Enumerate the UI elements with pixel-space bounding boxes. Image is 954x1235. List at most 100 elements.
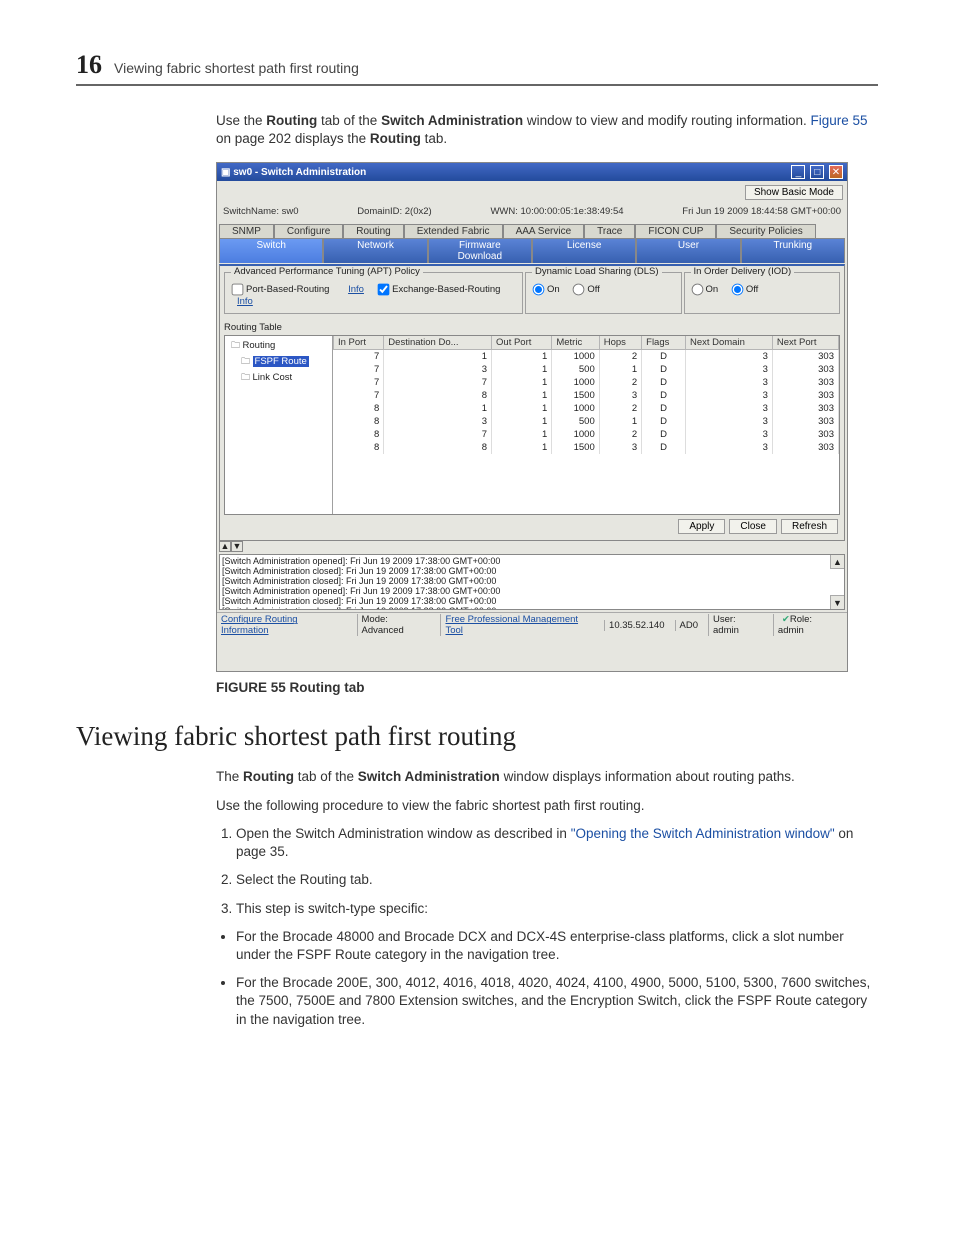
iod-legend: In Order Delivery (IOD) (691, 266, 795, 277)
table-row[interactable]: 7315001D3303 (334, 363, 839, 376)
window-titlebar: ▣ sw0 - Switch Administration _ □ ✕ (217, 163, 847, 181)
col-flags[interactable]: Flags (642, 336, 686, 350)
table-header-row: In Port Destination Do... Out Port Metri… (334, 336, 839, 350)
col-out-port[interactable]: Out Port (492, 336, 552, 350)
log-area[interactable]: [Switch Administration opened]: Fri Jun … (219, 554, 845, 610)
tab-trace[interactable]: Trace (584, 224, 635, 238)
apt-info-link-2[interactable]: Info (237, 296, 253, 307)
maximize-icon[interactable]: □ (810, 165, 824, 179)
table-row[interactable]: 78115003D3303 (334, 389, 839, 402)
dls-legend: Dynamic Load Sharing (DLS) (532, 266, 662, 277)
routing-table-area: Routing FSPF Route Link Cost In Port Des… (224, 335, 840, 515)
table-row[interactable]: 8315001D3303 (334, 415, 839, 428)
tab-security-policies[interactable]: Security Policies (716, 224, 815, 238)
routing-tree[interactable]: Routing FSPF Route Link Cost (225, 336, 333, 514)
figure-ref-link[interactable]: Figure 55 (810, 113, 867, 128)
close-icon[interactable]: ✕ (829, 165, 843, 179)
col-metric[interactable]: Metric (552, 336, 599, 350)
apt-info-link[interactable]: Info (348, 284, 364, 295)
step-3: This step is switch-type specific: (236, 900, 878, 918)
col-destination-domain[interactable]: Destination Do... (384, 336, 492, 350)
log-line: [Switch Administration closed]: Fri Jun … (222, 596, 842, 606)
table-row[interactable]: 87110002D3303 (334, 428, 839, 441)
chapter-number: 16 (76, 50, 102, 80)
status-user: User: admin (708, 614, 767, 636)
dls-off-radio[interactable]: Off (572, 284, 600, 295)
status-role: Role: admin (773, 614, 843, 636)
status-left[interactable]: Configure Routing Information (221, 614, 345, 636)
exchange-based-routing-checkbox[interactable]: Exchange-Based-Routing (377, 284, 500, 295)
log-toggle[interactable]: ▲▼ (219, 541, 847, 552)
step-2: Select the Routing tab. (236, 871, 878, 889)
scroll-down-icon[interactable]: ▼ (830, 595, 844, 609)
tab-trunking[interactable]: Trunking (741, 238, 845, 263)
scroll-up-icon[interactable]: ▲ (830, 555, 844, 569)
window-title: ▣ sw0 - Switch Administration (221, 167, 366, 178)
switch-name: SwitchName: sw0 (223, 206, 299, 217)
col-next-domain[interactable]: Next Domain (685, 336, 772, 350)
show-basic-mode-button[interactable]: Show Basic Mode (745, 185, 843, 200)
routing-panel: Advanced Performance Tuning (APT) Policy… (219, 264, 845, 541)
tab-snmp[interactable]: SNMP (219, 224, 274, 238)
info-row: SwitchName: sw0 DomainID: 2(0x2) WWN: 10… (217, 204, 847, 223)
tab-aaa-service[interactable]: AAA Service (503, 224, 585, 238)
refresh-button[interactable]: Refresh (781, 519, 838, 534)
chapter-title: Viewing fabric shortest path first routi… (114, 60, 359, 76)
tab-row-2: Switch Network Firmware Download License… (217, 237, 847, 262)
status-ip: 10.35.52.140 (604, 620, 668, 631)
status-bar: Configure Routing Information Mode: Adva… (217, 612, 847, 637)
chapter-header: 16 Viewing fabric shortest path first ro… (76, 50, 878, 86)
dls-group: Dynamic Load Sharing (DLS) On Off (525, 272, 682, 314)
bullet-2: For the Brocade 200E, 300, 4012, 4016, 4… (236, 974, 878, 1029)
iod-on-radio[interactable]: On (691, 284, 719, 295)
wwn: WWN: 10:00:00:05:1e:38:49:54 (490, 206, 623, 217)
col-hops[interactable]: Hops (599, 336, 641, 350)
dls-on-radio[interactable]: On (532, 284, 560, 295)
minimize-icon[interactable]: _ (791, 165, 805, 179)
tab-user[interactable]: User (636, 238, 740, 263)
figure-55: ▣ sw0 - Switch Administration _ □ ✕ Show… (216, 162, 878, 672)
routing-table: In Port Destination Do... Out Port Metri… (333, 336, 839, 514)
apply-button[interactable]: Apply (678, 519, 725, 534)
step-1: Open the Switch Administration window as… (236, 825, 878, 861)
apt-legend: Advanced Performance Tuning (APT) Policy (231, 266, 423, 277)
datetime: Fri Jun 19 2009 18:44:58 GMT+00:00 (682, 206, 841, 217)
tab-configure[interactable]: Configure (274, 224, 343, 238)
tab-license[interactable]: License (532, 238, 636, 263)
tab-switch[interactable]: Switch (219, 238, 323, 263)
table-row[interactable]: 88115003D3303 (334, 441, 839, 454)
tab-ficon-cup[interactable]: FICON CUP (635, 224, 716, 238)
bullet-1: For the Brocade 48000 and Brocade DCX an… (236, 928, 878, 964)
ordered-steps: Open the Switch Administration window as… (216, 825, 878, 1029)
tab-network[interactable]: Network (323, 238, 427, 263)
status-mode: Mode: Advanced (357, 614, 435, 636)
log-line: [Switch Administration opened]: Fri Jun … (222, 586, 842, 596)
status-tool-link[interactable]: Free Professional Management Tool (440, 614, 598, 636)
tab-firmware-download[interactable]: Firmware Download (428, 238, 532, 263)
status-ad: AD0 (675, 620, 702, 631)
close-button[interactable]: Close (729, 519, 777, 534)
apt-group: Advanced Performance Tuning (APT) Policy… (224, 272, 523, 314)
tree-link-cost: Link Cost (227, 370, 330, 386)
table-row[interactable]: 71110002D3303 (334, 350, 839, 364)
tab-routing[interactable]: Routing (343, 224, 403, 238)
col-in-port[interactable]: In Port (334, 336, 384, 350)
section-heading: Viewing fabric shortest path first routi… (76, 721, 878, 752)
iod-off-radio[interactable]: Off (731, 284, 759, 295)
figure-caption: FIGURE 55 Routing tab (216, 680, 878, 695)
tab-extended-fabric[interactable]: Extended Fabric (404, 224, 503, 238)
port-based-routing-checkbox[interactable]: Port-Based-Routing (231, 284, 329, 295)
section-p1: The Routing tab of the Switch Administra… (216, 768, 878, 786)
table-row[interactable]: 77110002D3303 (334, 376, 839, 389)
iod-group: In Order Delivery (IOD) On Off (684, 272, 841, 314)
tab-row-1: SNMP Configure Routing Extended Fabric A… (217, 223, 847, 237)
switch-admin-window: ▣ sw0 - Switch Administration _ □ ✕ Show… (216, 162, 848, 672)
section-p2: Use the following procedure to view the … (216, 797, 878, 815)
tree-root: Routing (227, 338, 330, 354)
log-line: [Switch Administration opened]: Fri Jun … (222, 556, 842, 566)
log-line: [Switch Administration closed]: Fri Jun … (222, 566, 842, 576)
open-switch-admin-link[interactable]: "Opening the Switch Administration windo… (571, 826, 835, 841)
log-line: [Switch Administration closed]: Fri Jun … (222, 576, 842, 586)
table-row[interactable]: 81110002D3303 (334, 402, 839, 415)
col-next-port[interactable]: Next Port (772, 336, 838, 350)
